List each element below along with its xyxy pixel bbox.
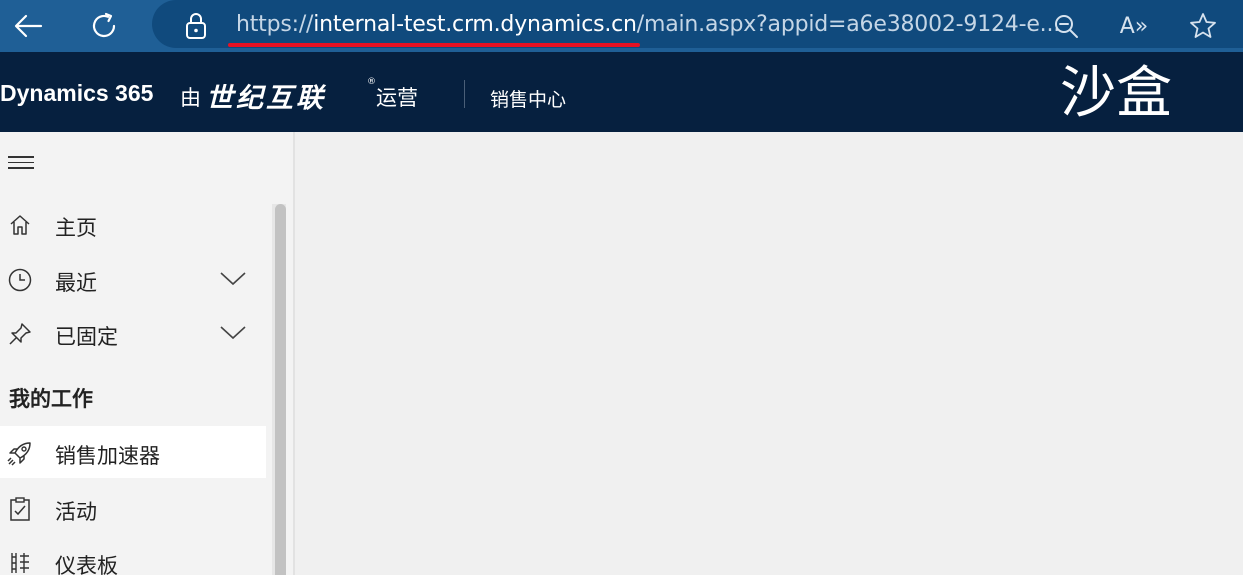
sidebar-item-pinned[interactable]: 已固定: [0, 307, 266, 359]
browser-toolbar: https://internal-test.crm.dynamics.cn/ma…: [0, 0, 1243, 52]
main-content-area: [297, 132, 1243, 575]
url-host: internal-test.crm.dynamics.cn: [313, 12, 637, 37]
refresh-button[interactable]: [84, 6, 124, 46]
app-header: Dynamics 365 由 世纪互联 ® 运营 销售中心 沙盒: [0, 52, 1243, 132]
favorite-button[interactable]: [1185, 8, 1221, 44]
hamburger-menu-button[interactable]: [8, 156, 34, 176]
url-text[interactable]: https://internal-test.crm.dynamics.cn/ma…: [236, 10, 1060, 40]
sidebar-item-label: 主页: [55, 216, 97, 240]
dashboard-icon: [6, 549, 34, 575]
app-name[interactable]: 销售中心: [490, 85, 566, 112]
environment-badge: 沙盒: [1060, 61, 1172, 126]
url-host-highlight: [228, 43, 640, 47]
back-button[interactable]: [8, 6, 48, 46]
sidebar-item-dashboards[interactable]: 仪表板: [0, 536, 266, 575]
brand-title[interactable]: Dynamics 365: [0, 80, 153, 107]
operator-logo: 世纪互联: [206, 83, 326, 114]
pin-icon: [6, 320, 34, 348]
clipboard-icon: [6, 495, 34, 523]
sidebar-item-label: 最近: [55, 271, 97, 295]
url-path: /main.aspx?appid=a6e38002-9124-e...: [636, 12, 1061, 37]
refresh-icon: [92, 12, 116, 38]
sidebar-item-label: 仪表板: [55, 554, 118, 575]
sidebar-item-recent[interactable]: 最近: [0, 253, 266, 305]
sidebar-item-label: 活动: [55, 500, 97, 524]
sidebar-item-activities[interactable]: 活动: [0, 482, 266, 534]
favorite-icon: [1190, 13, 1216, 38]
lock-icon: [186, 13, 206, 39]
header-divider: [464, 80, 465, 108]
read-aloud-icon: A»: [1119, 13, 1149, 39]
sidebar-item-home[interactable]: 主页: [0, 198, 266, 250]
rocket-icon: [6, 439, 34, 467]
operated-prefix: 由: [180, 86, 201, 110]
url-scheme: https://: [236, 12, 314, 37]
registered-mark: ®: [367, 77, 376, 87]
sidebar-item-label: 销售加速器: [55, 444, 160, 468]
sitemap-sidebar: 主页 最近 已固定 我的工作 销售加速器 活动 仪表板: [0, 132, 295, 575]
section-title-my-work: 我的工作: [9, 387, 93, 411]
back-icon: [14, 14, 43, 38]
chevron-down-icon[interactable]: [218, 267, 248, 291]
clock-icon: [6, 266, 34, 294]
sidebar-item-sales-accelerator[interactable]: 销售加速器: [0, 426, 266, 478]
sidebar-scrollbar-thumb[interactable]: [275, 204, 286, 575]
operated-suffix: 运营: [376, 86, 418, 110]
read-aloud-button[interactable]: A»: [1116, 8, 1152, 44]
zoom-out-icon: [1055, 15, 1078, 38]
site-info-button[interactable]: [180, 10, 212, 42]
chevron-down-icon[interactable]: [218, 321, 248, 345]
zoom-button[interactable]: [1048, 8, 1084, 44]
sidebar-item-label: 已固定: [55, 325, 118, 349]
home-icon: [6, 211, 34, 239]
